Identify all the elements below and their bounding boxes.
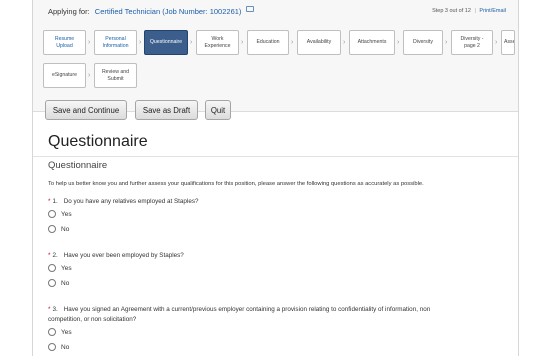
option-label: Yes [61, 210, 72, 218]
step-questionnaire[interactable]: Questionnaire [144, 30, 188, 55]
step-diversity-page-2: Diversity - page 2 [451, 30, 493, 55]
question-3-continued: competition, or non solicitation? [48, 316, 137, 323]
option-label: Yes [61, 328, 72, 336]
radio-button[interactable] [48, 279, 56, 287]
question-text: Have you ever been employed by Staples? [63, 252, 184, 259]
chevron-right-icon: › [241, 39, 244, 46]
radio-button[interactable] [48, 328, 56, 336]
step-counter: Step 3 out of 12 [432, 8, 471, 14]
q1-option-yes[interactable]: Yes [48, 210, 72, 218]
applying-label: Applying for: [48, 7, 90, 16]
chevron-right-icon: › [291, 39, 294, 46]
option-label: No [61, 343, 70, 351]
separator: | [474, 8, 476, 14]
chevron-right-icon: › [88, 72, 91, 79]
question-number: 1. [52, 198, 58, 205]
option-label: No [61, 279, 70, 287]
step-availability: Availability [297, 30, 341, 55]
required-marker: * [48, 306, 51, 313]
option-label: No [61, 225, 70, 233]
application-header: Applying for: Certified Technician (Job … [33, 0, 518, 112]
page-title: Questionnaire [48, 133, 148, 150]
required-marker: * [48, 252, 51, 259]
speech-bubble-icon[interactable] [245, 6, 254, 12]
application-frame: Applying for: Certified Technician (Job … [32, 0, 519, 356]
step-assessment: Assessment [501, 30, 515, 55]
chevron-right-icon: › [190, 39, 193, 46]
print-email-link[interactable]: Print/Email [479, 8, 506, 14]
step-attachments: Attachments [349, 30, 395, 55]
section-title: Questionnaire [48, 160, 108, 171]
step-review-and-submit: Review and Submit [94, 63, 137, 88]
step-diversity: Diversity [403, 30, 443, 55]
intro-text: To help us better know you and further a… [48, 181, 424, 187]
chevron-right-icon: › [139, 39, 142, 46]
q3-option-no[interactable]: No [48, 343, 69, 351]
option-label: Yes [61, 264, 72, 272]
step-esignature: eSignature [43, 63, 86, 88]
applying-for-line: Applying for: Certified Technician (Job … [48, 6, 254, 16]
q2-option-yes[interactable]: Yes [48, 264, 72, 272]
save-and-continue-button[interactable]: Save and Continue [45, 100, 127, 120]
question-text: Do you have any relatives employed at St… [63, 198, 199, 205]
chevron-right-icon: › [495, 39, 498, 46]
question-number: 2. [52, 252, 58, 259]
quit-button[interactable]: Quit [205, 100, 231, 120]
chevron-right-icon: › [445, 39, 448, 46]
step-education: Education [247, 30, 289, 55]
radio-button[interactable] [48, 264, 56, 272]
save-as-draft-button[interactable]: Save as Draft [135, 100, 198, 120]
job-title-link[interactable]: Certified Technician (Job Number: 100226… [95, 7, 242, 16]
q2-option-no[interactable]: No [48, 279, 69, 287]
required-marker: * [48, 198, 51, 205]
question-2: * 2. Have you ever been employed by Staple… [48, 252, 184, 259]
chevron-right-icon: › [397, 39, 400, 46]
question-1: * 1. Do you have any relatives employed at… [48, 198, 198, 205]
question-3: * 3. Have you signed an Agreement with a c… [48, 306, 430, 313]
chevron-right-icon: › [343, 39, 346, 46]
step-work-experience: Work Experience [196, 30, 239, 55]
step-indicator: Step 3 out of 12 | Print/Email [432, 8, 506, 14]
title-divider [33, 156, 518, 157]
radio-button[interactable] [48, 343, 56, 351]
q3-option-yes[interactable]: Yes [48, 328, 72, 336]
radio-button[interactable] [48, 210, 56, 218]
step-resume-upload[interactable]: Resume Upload [43, 30, 86, 55]
chevron-right-icon: › [88, 39, 91, 46]
radio-button[interactable] [48, 225, 56, 233]
step-personal-information[interactable]: Personal Information [94, 30, 137, 55]
question-number: 3. [52, 306, 58, 313]
q1-option-no[interactable]: No [48, 225, 69, 233]
question-text: Have you signed an Agreement with a curr… [63, 306, 431, 313]
